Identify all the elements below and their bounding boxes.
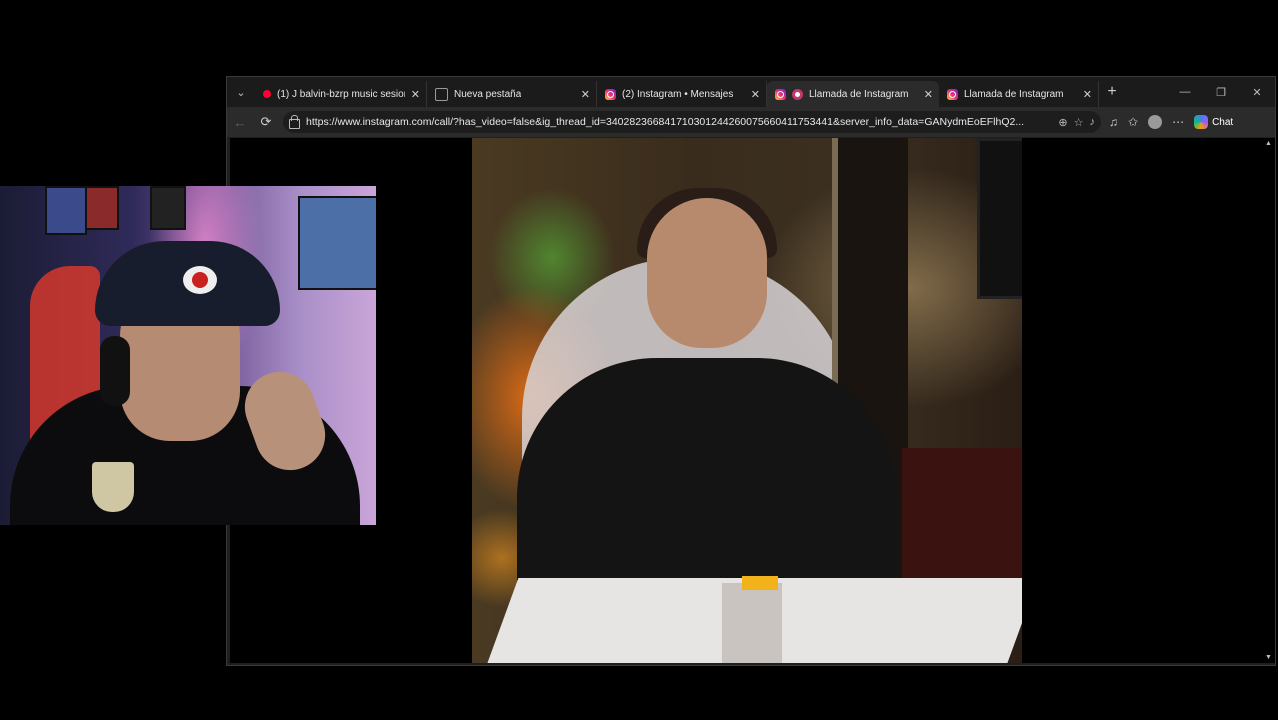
scroll-down-icon[interactable]: ▼	[1265, 654, 1272, 661]
toolbar-actions: ♫ ✩ ⋯ Chat	[1109, 115, 1233, 129]
media-control-icon[interactable]: ♫	[1109, 115, 1118, 129]
tab-new-tab[interactable]: Nueva pestaña ✕	[427, 81, 597, 107]
instagram-call-page	[230, 138, 1264, 663]
url-text[interactable]: https://www.instagram.com/call/?has_vide…	[306, 116, 1052, 128]
new-tab-plus-icon[interactable]: +	[1099, 83, 1125, 101]
close-window-icon[interactable]: ✕	[1239, 86, 1275, 99]
reload-icon[interactable]: ⟳	[253, 114, 279, 130]
chat-label: Chat	[1212, 116, 1234, 128]
recording-icon	[792, 88, 803, 100]
address-toolbar: ← ⟳ https://www.instagram.com/call/?has_…	[227, 107, 1275, 137]
tab-youtube[interactable]: (1) J balvin-bzrp music sesions ✕	[255, 81, 427, 107]
close-tab-icon[interactable]: ✕	[411, 88, 420, 101]
restore-icon[interactable]: ❐	[1203, 86, 1239, 99]
minimize-icon[interactable]: —	[1167, 86, 1203, 99]
tab-instagram-call[interactable]: Llamada de Instagram ✕	[939, 81, 1099, 107]
microphone-icon[interactable]: ♪	[1090, 116, 1096, 128]
tab-label: (1) J balvin-bzrp music sesions	[277, 88, 405, 100]
favorites-icon[interactable]: ✩	[1128, 115, 1138, 129]
close-tab-icon[interactable]: ✕	[751, 88, 760, 101]
browser-window: ⌄ (1) J balvin-bzrp music sesions ✕ Nuev…	[226, 76, 1276, 666]
copilot-chat-button[interactable]: Chat	[1194, 115, 1233, 129]
tab-label: (2) Instagram • Mensajes	[622, 88, 734, 100]
scroll-up-icon[interactable]: ▲	[1265, 140, 1272, 147]
profile-avatar[interactable]	[1148, 115, 1163, 129]
favorite-star-icon[interactable]: ☆	[1074, 116, 1084, 129]
window-controls: — ❐ ✕	[1167, 86, 1275, 99]
tab-instagram-call-active[interactable]: Llamada de Instagram ✕	[767, 81, 939, 107]
copilot-icon	[1194, 115, 1209, 129]
tab-label: Nueva pestaña	[454, 88, 522, 100]
address-bar[interactable]: https://www.instagram.com/call/?has_vide…	[283, 111, 1101, 133]
zoom-icon[interactable]: ⊕	[1058, 116, 1067, 129]
remote-participant-video	[472, 138, 1022, 663]
close-tab-icon[interactable]: ✕	[924, 88, 933, 101]
lock-icon[interactable]	[289, 114, 300, 129]
back-arrow-icon[interactable]: ←	[227, 115, 253, 130]
tab-list-chevron-icon[interactable]: ⌄	[227, 77, 255, 107]
close-tab-icon[interactable]: ✕	[581, 88, 590, 101]
tab-label: Llamada de Instagram	[964, 88, 1064, 100]
instagram-icon	[605, 88, 616, 100]
youtube-icon	[263, 90, 271, 98]
instagram-icon	[775, 88, 786, 100]
tab-label: Llamada de Instagram	[809, 88, 909, 100]
streamer-webcam-overlay	[0, 186, 376, 525]
blank-page-icon	[435, 87, 448, 101]
instagram-icon	[947, 88, 958, 100]
close-tab-icon[interactable]: ✕	[1083, 88, 1092, 101]
tab-instagram-messages[interactable]: (2) Instagram • Mensajes ✕	[597, 81, 767, 107]
page-scrollbar[interactable]: ▲ ▼	[1263, 138, 1275, 663]
more-menu-icon[interactable]: ⋯	[1172, 115, 1184, 129]
tab-bar: ⌄ (1) J balvin-bzrp music sesions ✕ Nuev…	[227, 77, 1275, 107]
